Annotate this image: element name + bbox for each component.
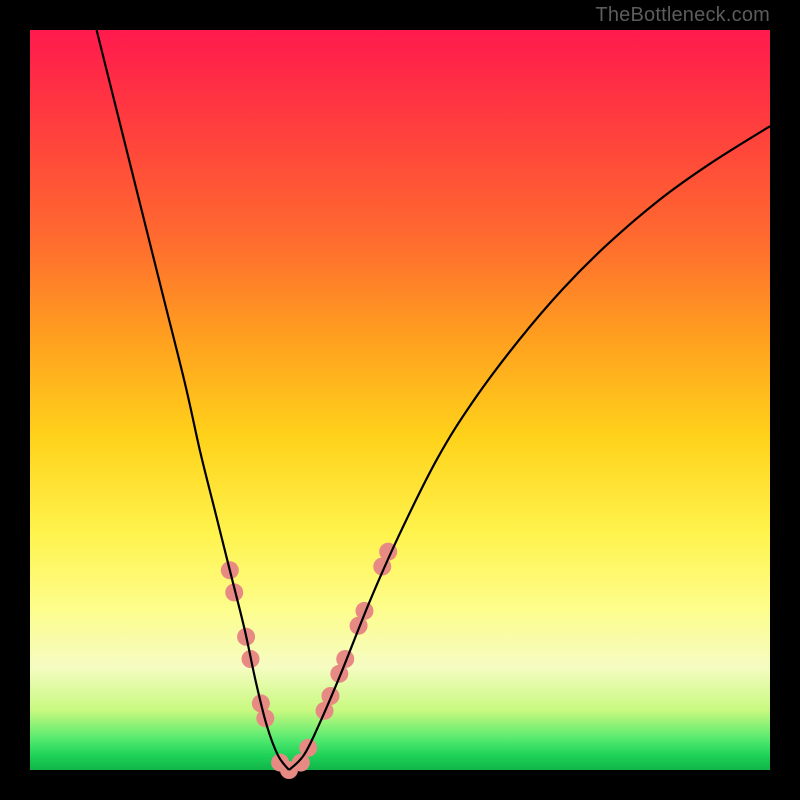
curve-right-branch [289, 126, 770, 770]
chart-svg [30, 30, 770, 770]
watermark-text: TheBottleneck.com [595, 4, 770, 27]
chart-frame: TheBottleneck.com [0, 0, 800, 800]
data-marker [355, 602, 373, 620]
curve-left-branch [97, 30, 289, 770]
markers-group [221, 543, 397, 779]
plot-area [30, 30, 770, 770]
